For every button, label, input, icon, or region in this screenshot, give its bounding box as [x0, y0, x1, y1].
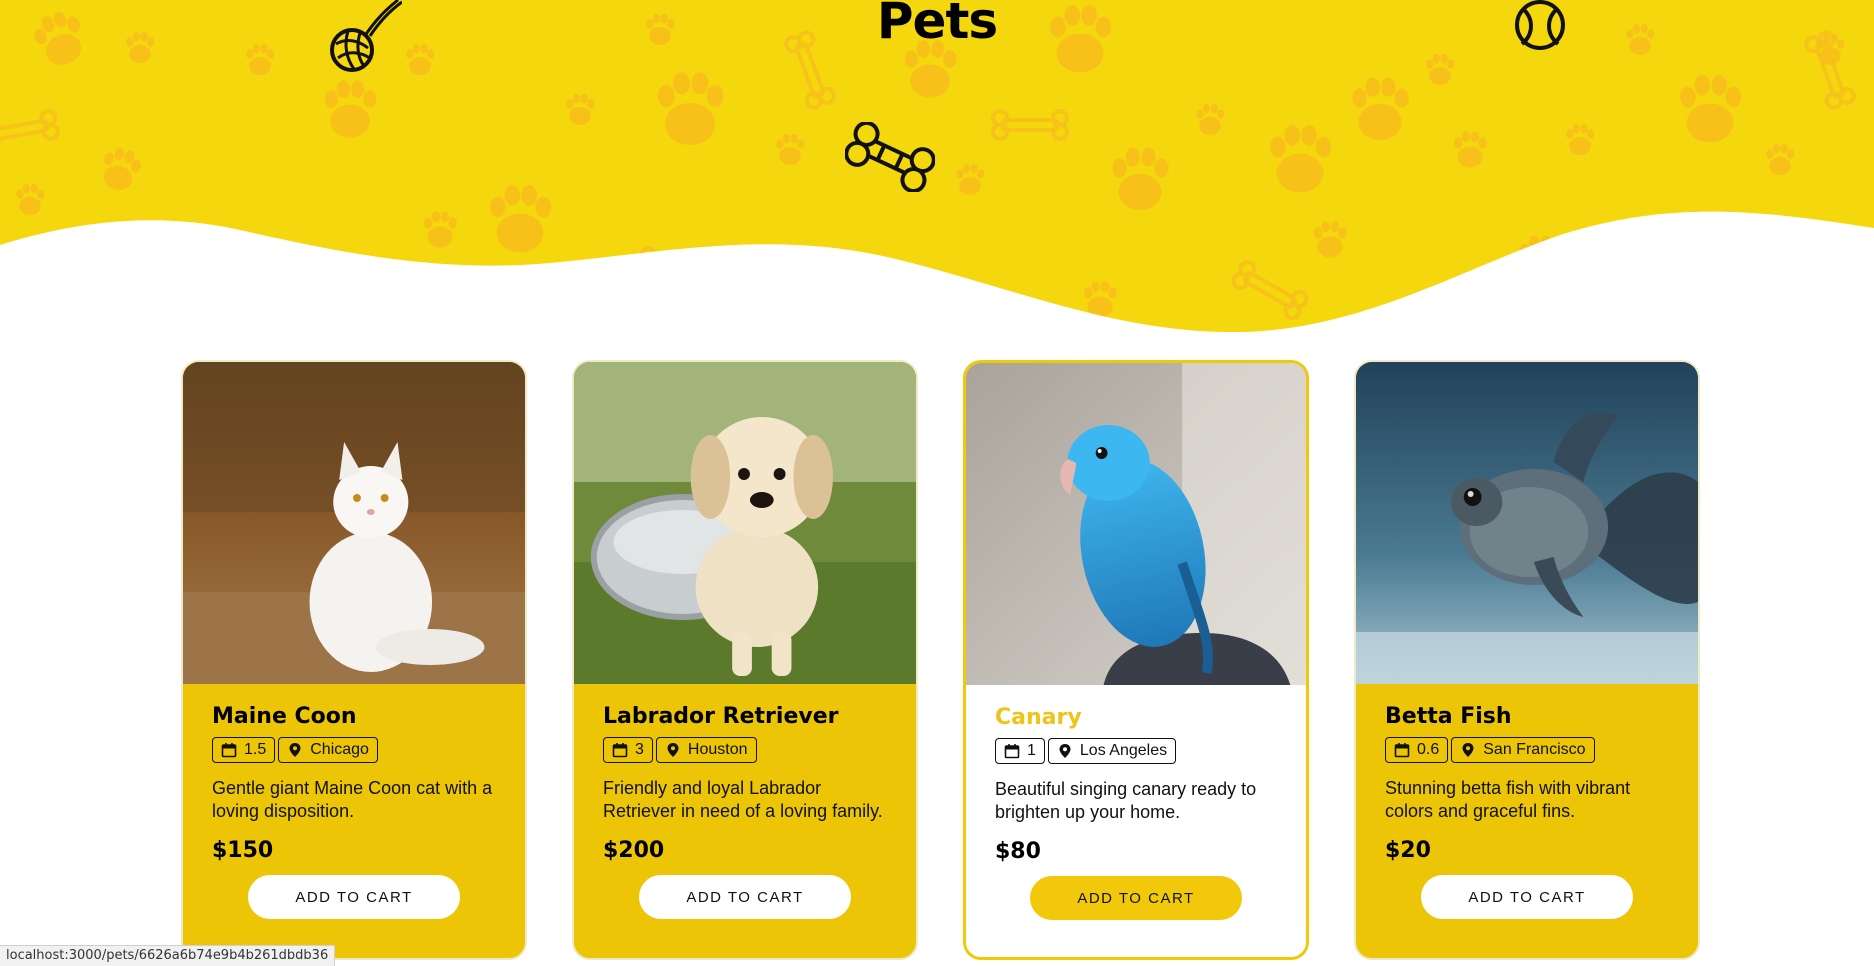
tennis-ball-icon — [1515, 0, 1565, 50]
pet-name: Betta Fish — [1385, 704, 1512, 729]
page-title: Pets — [876, 0, 998, 50]
age-badge: 0.6 — [1385, 737, 1449, 763]
pet-name: Labrador Retriever — [603, 704, 839, 729]
location-badge: Houston — [655, 737, 757, 763]
pet-meta: 3 Houston — [603, 737, 887, 763]
pet-price: $150 — [212, 838, 274, 863]
pet-name: Maine Coon — [212, 704, 357, 729]
location-value: San Francisco — [1483, 741, 1586, 758]
calendar-icon — [1004, 744, 1020, 759]
add-to-cart-button[interactable]: ADD TO CART — [1421, 875, 1633, 919]
pet-price: $80 — [995, 839, 1041, 864]
age-value: 3 — [635, 741, 644, 758]
hero-banner: Pets — [0, 0, 1874, 340]
pet-photo[interactable] — [183, 362, 525, 684]
location-pin-icon — [289, 743, 301, 757]
location-badge: San Francisco — [1451, 737, 1595, 763]
add-to-cart-button[interactable]: ADD TO CART — [639, 875, 851, 919]
status-url: localhost:3000/pets/6626a6b74e9b4b261dbd… — [6, 948, 329, 963]
pet-name: Canary — [995, 705, 1082, 730]
add-to-cart-button[interactable]: ADD TO CART — [248, 875, 460, 919]
pet-description: Gentle giant Maine Coon cat with a lovin… — [212, 778, 493, 821]
age-badge: 1.5 — [212, 737, 276, 763]
pet-meta: 1.5 Chicago — [212, 737, 496, 763]
location-value: Los Angeles — [1079, 742, 1168, 759]
calendar-icon — [221, 743, 237, 758]
pet-card-grid: Maine Coon 1.5 Chicago Gentle giant Main… — [181, 360, 1700, 960]
location-pin-icon — [1059, 744, 1071, 758]
pet-description: Friendly and loyal Labrador Retriever in… — [603, 778, 883, 821]
age-value: 1 — [1027, 742, 1036, 759]
pet-description: Stunning betta fish with vibrant colors … — [1385, 778, 1631, 821]
location-value: Houston — [687, 741, 748, 758]
age-value: 0.6 — [1417, 741, 1440, 758]
age-badge: 3 — [603, 737, 653, 763]
age-badge: 1 — [995, 738, 1045, 764]
pet-price: $20 — [1385, 838, 1431, 863]
pet-photo[interactable] — [1356, 362, 1698, 684]
hero-wave-background — [0, 0, 1874, 333]
pet-card-maine-coon[interactable]: Maine Coon 1.5 Chicago Gentle giant Main… — [181, 360, 527, 960]
pet-description: Beautiful singing canary ready to bright… — [995, 779, 1257, 822]
browser-status-bar: localhost:3000/pets/6626a6b74e9b4b261dbd… — [0, 945, 336, 966]
location-value: Chicago — [310, 741, 369, 758]
pet-photo[interactable] — [966, 363, 1306, 685]
calendar-icon — [612, 743, 628, 758]
pet-meta: 1 Los Angeles — [995, 738, 1277, 764]
bone-toy-icon — [845, 122, 935, 192]
pet-card-betta-fish[interactable]: Betta Fish 0.6 San Francisco Stunning be… — [1354, 360, 1700, 960]
location-pin-icon — [1462, 743, 1474, 757]
yarn-ball-icon — [330, 0, 402, 72]
location-pin-icon — [667, 743, 679, 757]
age-value: 1.5 — [244, 741, 267, 758]
calendar-icon — [1394, 743, 1410, 758]
pet-meta: 0.6 San Francisco — [1385, 737, 1669, 763]
location-badge: Chicago — [278, 737, 378, 763]
pet-price: $200 — [603, 838, 665, 863]
location-badge: Los Angeles — [1047, 738, 1177, 764]
pet-card-canary[interactable]: Canary 1 Los Angeles Beautiful singing c… — [963, 360, 1309, 960]
pet-photo[interactable] — [574, 362, 916, 684]
pet-card-labrador-retriever[interactable]: Labrador Retriever 3 Houston Friendly an… — [572, 360, 918, 960]
add-to-cart-button[interactable]: ADD TO CART — [1030, 876, 1242, 920]
